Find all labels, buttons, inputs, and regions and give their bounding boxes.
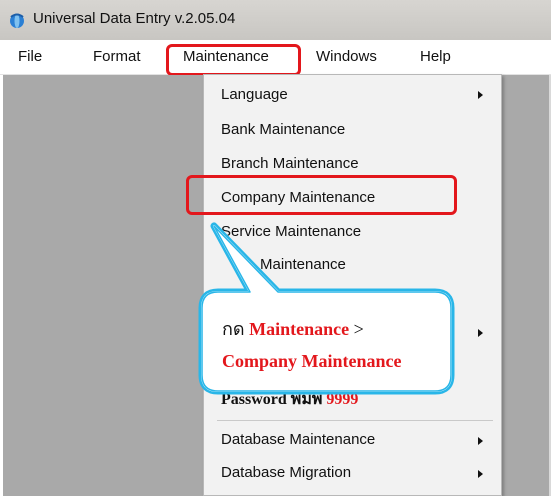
maintenance-highlight-box: [166, 44, 301, 76]
submenu-arrow-icon: [478, 329, 483, 337]
menu-item-language[interactable]: Language: [221, 86, 288, 103]
menu-item-branch-maintenance[interactable]: Branch Maintenance: [221, 155, 359, 172]
menu-item-bank-maintenance[interactable]: Bank Maintenance: [221, 121, 345, 138]
app-logo-icon: [10, 13, 24, 28]
title-bar: Universal Data Entry v.2.05.04: [0, 0, 551, 40]
submenu-arrow-icon: [478, 91, 483, 99]
menu-item-obscured[interactable]: Maintenance: [260, 256, 346, 273]
submenu-arrow-icon: [478, 470, 483, 478]
menu-format[interactable]: Format: [93, 48, 141, 65]
window-title: Universal Data Entry v.2.05.04: [33, 10, 236, 27]
submenu-arrow-icon: [478, 437, 483, 445]
menu-file[interactable]: File: [18, 48, 42, 65]
menu-item-service-maintenance[interactable]: Service Maintenance: [221, 223, 361, 240]
menu-help[interactable]: Help: [420, 48, 451, 65]
menu-separator: [217, 420, 493, 421]
menu-item-database-maintenance[interactable]: Database Maintenance: [221, 431, 375, 448]
menu-item-database-migration[interactable]: Database Migration: [221, 464, 351, 481]
callout-line-2: Company Maintenance: [222, 351, 402, 371]
callout-line-1: กด Maintenance >: [222, 319, 364, 339]
password-line: Password พิมพ์ 9999: [221, 391, 359, 408]
company-maintenance-highlight-box: [186, 175, 457, 215]
menu-windows[interactable]: Windows: [316, 48, 377, 65]
maintenance-dropdown-menu: Language Bank Maintenance Branch Mainten…: [203, 74, 502, 496]
